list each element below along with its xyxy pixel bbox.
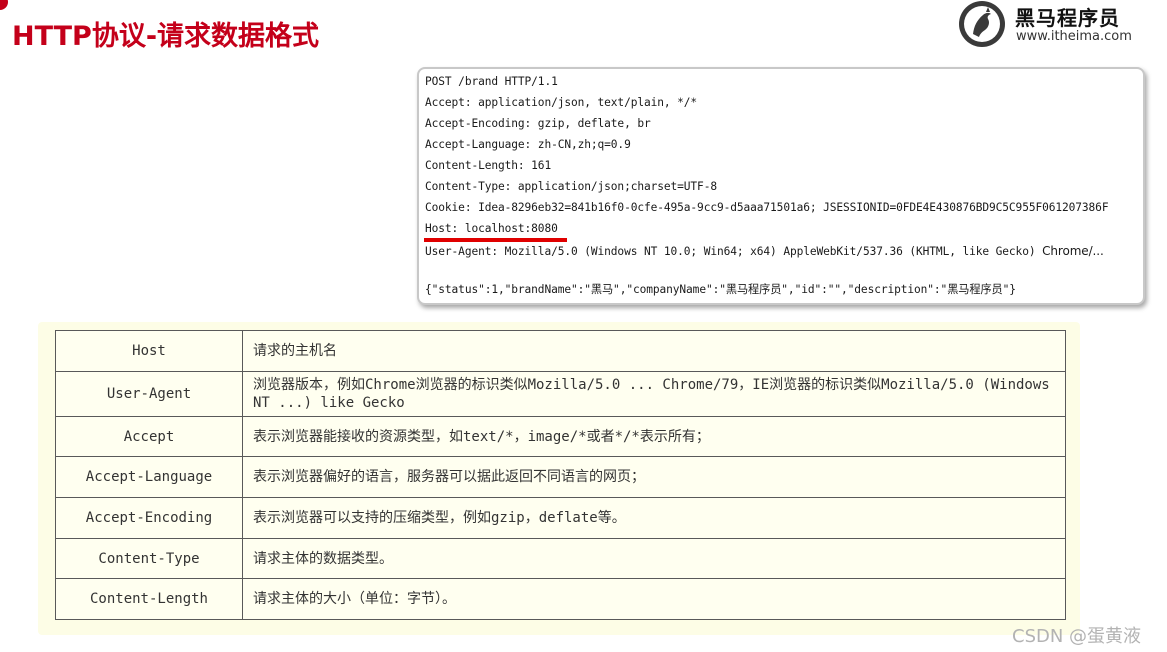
user-agent-text: User-Agent: Mozilla/5.0 (Windows NT 10.0… <box>425 245 1036 258</box>
table-row: Host 请求的主机名 <box>55 330 1066 372</box>
header-desc-cell: 请求主体的数据类型。 <box>242 538 1066 579</box>
slide-title: HTTP协议-请求数据格式 <box>12 21 320 52</box>
header-name-cell: User-Agent <box>55 371 243 417</box>
header-content-type-line: Content-Type: application/json;charset=U… <box>425 180 717 193</box>
host-highlight-underline <box>424 238 567 242</box>
header-accept-language-line: Accept-Language: zh-CN,zh;q=0.9 <box>425 138 631 151</box>
brand-logo: 黑马程序员 www.itheima.com <box>958 0 1158 48</box>
header-user-agent-line: User-Agent: Mozilla/5.0 (Windows NT 10.0… <box>425 244 1104 258</box>
user-agent-tail: Chrome/... <box>1042 244 1104 258</box>
header-name-cell: Accept-Encoding <box>55 497 243 539</box>
header-name-cell: Accept-Language <box>55 456 243 498</box>
table-row: User-Agent 浏览器版本，例如Chrome浏览器的标识类似Mozilla… <box>55 371 1066 417</box>
request-body-line: {"status":1,"brandName":"黑马","companyNam… <box>425 283 1016 296</box>
table-row: Accept-Encoding 表示浏览器可以支持的压缩类型，例如gzip，de… <box>55 497 1066 539</box>
request-headers-table: Host 请求的主机名 User-Agent 浏览器版本，例如Chrome浏览器… <box>55 330 1066 620</box>
header-desc-cell: 请求的主机名 <box>242 330 1066 372</box>
table-row: Accept 表示浏览器能接收的资源类型，如text/*，image/*或者*/… <box>55 416 1066 457</box>
header-accept-line: Accept: application/json, text/plain, */… <box>425 96 698 109</box>
header-desc-cell: 表示浏览器能接收的资源类型，如text/*，image/*或者*/*表示所有； <box>242 416 1066 457</box>
table-row: Content-Type 请求主体的数据类型。 <box>55 538 1066 579</box>
header-name-cell: Accept <box>55 416 243 457</box>
table-row: Content-Length 请求主体的大小（单位：字节）。 <box>55 578 1066 620</box>
http-request-example-box: POST /brand HTTP/1.1 Accept: application… <box>417 67 1145 305</box>
header-name-cell: Content-Type <box>55 538 243 579</box>
header-name-cell: Host <box>55 330 243 372</box>
header-desc-cell: 浏览器版本，例如Chrome浏览器的标识类似Mozilla/5.0 ... Ch… <box>242 371 1066 417</box>
header-accept-encoding-line: Accept-Encoding: gzip, deflate, br <box>425 117 651 130</box>
header-desc-cell: 表示浏览器偏好的语言，服务器可以据此返回不同语言的网页； <box>242 456 1066 498</box>
header-host-line: Host: localhost:8080 <box>425 222 558 235</box>
logo-website-url: www.itheima.com <box>1016 29 1132 44</box>
header-name-cell: Content-Length <box>55 578 243 620</box>
header-desc-cell: 请求主体的大小（单位：字节）。 <box>242 578 1066 620</box>
csdn-watermark: CSDN @蛋黄液 <box>1012 626 1142 647</box>
header-content-length-line: Content-Length: 161 <box>425 159 552 172</box>
corner-red-dot-decoration <box>0 0 8 10</box>
horse-logo-icon <box>959 1 1005 47</box>
logo-brand-name: 黑马程序员 <box>1015 6 1120 30</box>
header-cookie-line: Cookie: Idea-8296eb32=841b16f0-0cfe-495a… <box>425 201 1109 214</box>
table-row: Accept-Language 表示浏览器偏好的语言，服务器可以据此返回不同语言… <box>55 456 1066 498</box>
request-line: POST /brand HTTP/1.1 <box>425 75 558 88</box>
header-desc-cell: 表示浏览器可以支持的压缩类型，例如gzip，deflate等。 <box>242 497 1066 539</box>
